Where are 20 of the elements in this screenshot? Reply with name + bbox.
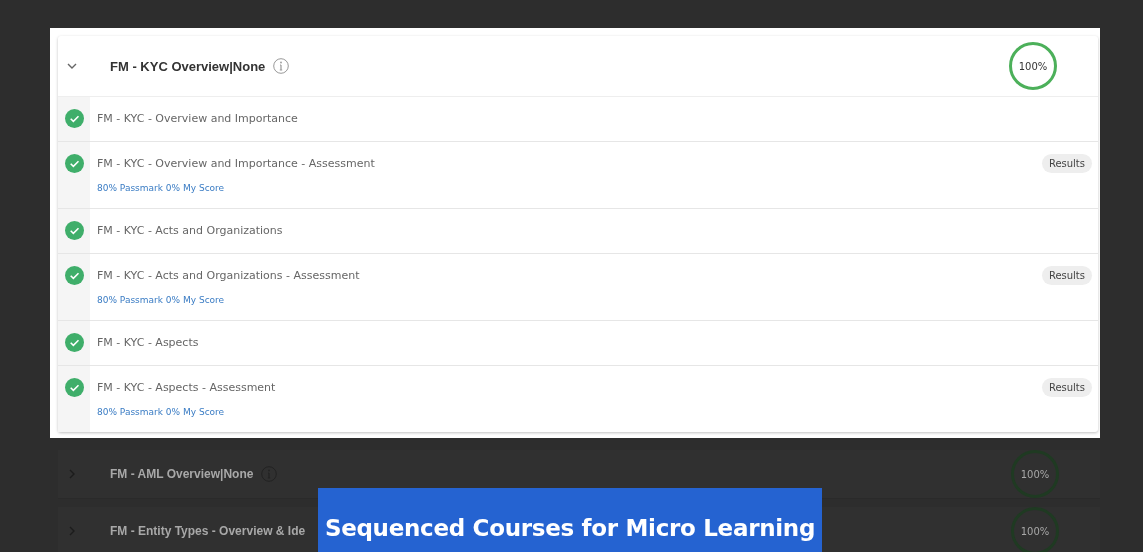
title-banner: Sequenced Courses for Micro Learning — [318, 488, 822, 552]
progress-circle: 100% — [1011, 450, 1059, 498]
item-title[interactable]: FM - KYC - Overview and Importance — [97, 112, 298, 125]
results-button[interactable]: Results — [1041, 266, 1092, 285]
section-title: FM - KYC Overview|None — [110, 58, 266, 74]
item-title[interactable]: FM - KYC - Overview and Importance - Assessment — [97, 157, 375, 170]
results-button[interactable]: Results — [1041, 378, 1092, 397]
item-title[interactable]: FM - KYC - Acts and Organizations - Assessment — [97, 269, 360, 282]
results-button[interactable]: Results — [1041, 154, 1092, 173]
score-text: 80% Passmark 0% My Score — [97, 407, 226, 417]
info-icon[interactable] — [273, 58, 290, 74]
item-title[interactable]: FM - KYC - Aspects — [97, 336, 199, 349]
score-text: 80% Passmark 0% My Score — [97, 183, 226, 193]
progress-circle: 100% — [1009, 42, 1057, 90]
item-title[interactable]: FM - KYC - Aspects - Assessment — [97, 381, 276, 394]
section-title: FM - AML Overview|None — [110, 467, 254, 481]
score-text: 80% Passmark 0% My Score — [97, 295, 226, 305]
progress-circle: 100% — [1011, 507, 1059, 552]
item-title[interactable]: FM - KYC - Acts and Organizations — [97, 224, 283, 237]
section-title: FM - Entity Types - Overview & Ide — [110, 524, 306, 538]
